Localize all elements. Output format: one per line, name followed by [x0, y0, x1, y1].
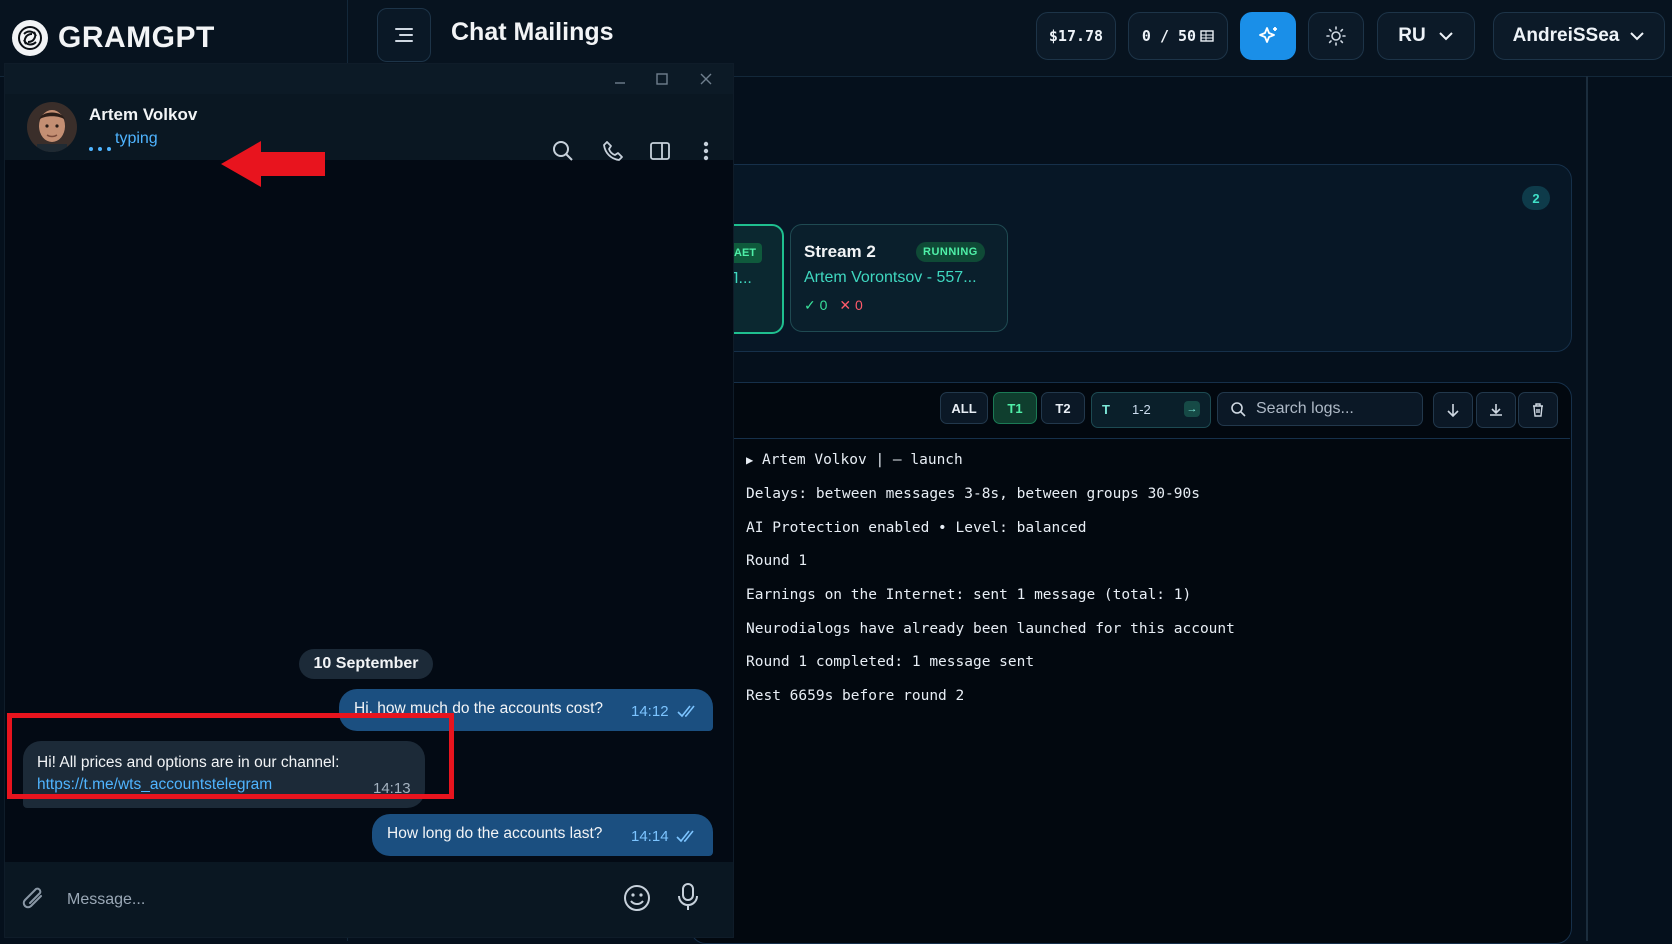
arrow-down-icon — [1447, 404, 1459, 418]
microphone-icon — [678, 883, 698, 910]
quota-badge[interactable]: 0 / 50 — [1128, 12, 1228, 60]
chevron-down-icon — [1439, 32, 1453, 41]
stream-2-status-badge: RUNNING — [916, 242, 985, 262]
contact-name: Artem Volkov — [89, 105, 198, 124]
menu-icon — [395, 28, 413, 42]
scrollbar-track[interactable] — [1586, 76, 1588, 941]
window-titlebar[interactable] — [5, 64, 733, 94]
language-value: RU — [1398, 25, 1426, 46]
message-text: How long do the accounts last? — [387, 825, 603, 842]
filter-t2-button[interactable]: T2 — [1041, 392, 1085, 424]
emoji-button[interactable] — [623, 884, 651, 917]
clear-logs-button[interactable] — [1518, 392, 1558, 428]
brand-name: GRAMGPT — [58, 21, 215, 54]
chat-search-button[interactable] — [550, 138, 576, 164]
chat-header: Artem Volkov typing — [5, 94, 733, 187]
message-time: 14:14 — [631, 828, 669, 845]
stream-range-filter[interactable]: T 1-2 → — [1091, 392, 1211, 428]
user-menu[interactable]: AndreiSSea — [1493, 12, 1665, 60]
message-time: 14:12 — [631, 703, 669, 720]
contact-status: typing — [115, 130, 158, 147]
smiley-icon — [624, 885, 650, 911]
log-line: Earnings on the Internet: sent 1 message… — [746, 587, 1192, 604]
minimize-button[interactable] — [611, 70, 629, 88]
stream-1-status-badge: AET — [728, 243, 762, 263]
quota-value: 0 / 50 — [1141, 27, 1197, 45]
range-prefix: T — [1102, 402, 1110, 417]
log-entry-title: Artem Volkov | — launch — [761, 452, 963, 468]
sun-icon — [1326, 26, 1346, 46]
success-count: ✓ 0 — [804, 297, 828, 313]
streams-count-badge: 2 — [1522, 186, 1550, 210]
close-button[interactable] — [697, 70, 715, 88]
log-search-box[interactable] — [1217, 392, 1423, 426]
typing-indicator-icon — [89, 138, 116, 156]
chat-window: Artem Volkov typing 10 September Hi, how… — [5, 64, 733, 937]
call-button[interactable] — [600, 138, 626, 164]
error-count: ✕ 0 — [839, 297, 863, 313]
maximize-button[interactable] — [653, 70, 671, 88]
log-line: Delays: between messages 3-8s, between g… — [746, 486, 1200, 502]
sidebar-panel-icon — [650, 142, 670, 160]
filter-all-button[interactable]: ALL — [940, 392, 988, 424]
balance-badge[interactable]: $17.78 — [1036, 12, 1116, 60]
page-title: Chat Mailings — [451, 18, 614, 46]
apply-range-icon[interactable]: → — [1184, 401, 1200, 417]
avatar[interactable] — [27, 102, 77, 152]
chevron-down-icon — [1630, 32, 1645, 41]
message-composer — [5, 862, 733, 937]
message-outgoing[interactable]: How long do the accounts last? 14:14 — [372, 814, 713, 856]
search-icon — [1231, 402, 1246, 417]
side-panel-button[interactable] — [647, 138, 673, 164]
log-lines: Delays: between messages 3-8s, between g… — [746, 486, 1235, 722]
contact-photo-icon — [27, 102, 77, 152]
language-select[interactable]: RU — [1377, 12, 1475, 60]
phone-icon — [603, 141, 623, 161]
minimize-icon — [615, 82, 625, 84]
download-logs-button[interactable] — [1476, 392, 1516, 428]
kebab-menu-icon — [703, 141, 709, 161]
range-value: 1-2 — [1132, 402, 1151, 417]
more-options-button[interactable] — [693, 138, 719, 164]
voice-record-button[interactable] — [677, 882, 699, 917]
log-line: Neurodialogs have already been launched … — [746, 620, 1235, 637]
stream-2-title: Stream 2 — [804, 242, 876, 261]
brand[interactable]: GRAMGPT — [12, 20, 215, 56]
scroll-to-bottom-button[interactable] — [1433, 392, 1473, 428]
theme-toggle-button[interactable] — [1308, 12, 1364, 60]
search-icon — [553, 141, 573, 161]
stream-2-account: Artem Vorontsov - 557... — [804, 269, 977, 286]
red-arrow-annotation-icon — [221, 141, 325, 187]
download-icon — [1490, 404, 1502, 416]
user-name: AndreiSSea — [1512, 25, 1620, 46]
attach-button[interactable] — [21, 884, 47, 919]
trash-icon — [1533, 403, 1543, 417]
log-search-input[interactable] — [1254, 399, 1418, 419]
gramgpt-logo-icon — [12, 20, 48, 56]
menu-toggle-button[interactable] — [377, 8, 431, 62]
expand-triangle-icon: ▶ — [746, 453, 754, 467]
table-icon — [1200, 30, 1214, 42]
log-line: Round 1 — [746, 553, 808, 570]
log-line: AI Protection enabled • Level: balanced — [746, 519, 1087, 536]
log-entry-header[interactable]: ▶ Artem Volkov | — launch — [746, 452, 963, 468]
read-ticks-icon — [677, 705, 695, 718]
close-icon — [700, 73, 712, 85]
maximize-icon — [656, 73, 668, 85]
paperclip-icon — [22, 887, 42, 909]
read-ticks-icon — [676, 830, 694, 843]
log-line: Rest 6659s before round 2 — [746, 688, 965, 705]
date-separator: 10 September — [299, 649, 433, 679]
sparkle-icon — [1259, 27, 1277, 43]
log-line: Round 1 completed: 1 message sent — [746, 654, 1035, 671]
filter-t1-button[interactable]: T1 — [993, 392, 1037, 424]
message-input[interactable] — [65, 884, 589, 916]
stream-2-stats: ✓ 0 ✕ 0 — [804, 297, 863, 314]
ai-sparkle-button[interactable] — [1240, 12, 1296, 60]
red-highlight-annotation — [7, 713, 454, 799]
